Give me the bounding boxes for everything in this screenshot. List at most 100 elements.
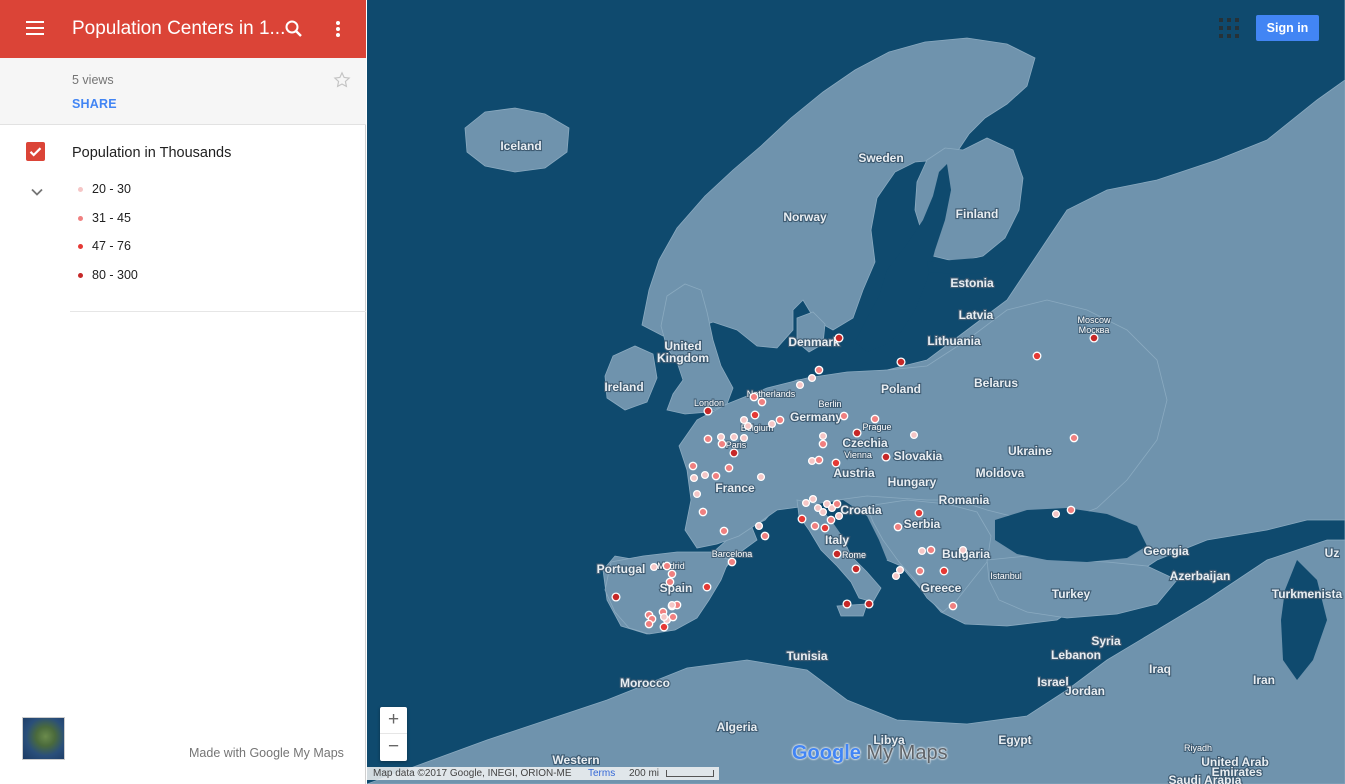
population-marker[interactable] — [750, 410, 760, 420]
population-marker[interactable] — [939, 566, 949, 576]
population-marker[interactable] — [832, 499, 842, 509]
population-marker[interactable] — [852, 428, 862, 438]
population-marker[interactable] — [1051, 509, 1061, 519]
population-marker[interactable] — [926, 545, 936, 555]
terms-link[interactable]: Terms — [588, 768, 615, 779]
population-marker[interactable] — [757, 397, 767, 407]
population-marker[interactable] — [688, 461, 698, 471]
population-marker[interactable] — [797, 514, 807, 524]
population-marker[interactable] — [814, 455, 824, 465]
population-marker[interactable] — [702, 582, 712, 592]
sign-in-button[interactable]: Sign in — [1256, 15, 1319, 41]
population-marker[interactable] — [808, 494, 818, 504]
population-marker[interactable] — [917, 546, 927, 556]
population-marker[interactable] — [711, 471, 721, 481]
population-marker[interactable] — [659, 612, 669, 622]
population-marker[interactable] — [831, 458, 841, 468]
map-canvas[interactable]: Iceland Sweden Finland Norway Estonia Latvia D… — [367, 0, 1345, 784]
population-marker[interactable] — [775, 415, 785, 425]
basemap-thumbnail[interactable] — [22, 717, 65, 760]
population-marker[interactable] — [914, 508, 924, 518]
population-marker[interactable] — [893, 522, 903, 532]
population-marker[interactable] — [881, 452, 891, 462]
population-marker[interactable] — [807, 456, 817, 466]
population-marker[interactable] — [870, 414, 880, 424]
map-title[interactable]: Population Centers in 1... — [72, 18, 285, 40]
population-marker[interactable] — [692, 489, 702, 499]
population-marker[interactable] — [667, 600, 677, 610]
population-marker[interactable] — [611, 592, 621, 602]
population-marker[interactable] — [689, 473, 699, 483]
population-marker[interactable] — [1032, 351, 1042, 361]
population-marker[interactable] — [818, 431, 828, 441]
population-marker[interactable] — [659, 622, 669, 632]
star-outline-icon[interactable] — [332, 70, 352, 90]
population-marker[interactable] — [1066, 505, 1076, 515]
more-vert-icon[interactable] — [326, 17, 350, 41]
share-button[interactable]: SHARE — [72, 97, 117, 111]
population-marker[interactable] — [832, 549, 842, 559]
population-marker[interactable] — [729, 432, 739, 442]
scale-label: 200 mi — [629, 768, 660, 779]
population-marker[interactable] — [795, 380, 805, 390]
population-marker[interactable] — [896, 357, 906, 367]
population-marker[interactable] — [729, 448, 739, 458]
population-marker[interactable] — [662, 561, 672, 571]
layer-checkbox[interactable] — [26, 142, 45, 161]
divider — [70, 311, 366, 312]
population-marker[interactable] — [807, 373, 817, 383]
population-marker[interactable] — [915, 566, 925, 576]
population-marker[interactable] — [1089, 333, 1099, 343]
made-with-link[interactable]: Made with Google My Maps — [189, 746, 344, 760]
population-marker[interactable] — [909, 430, 919, 440]
population-marker[interactable] — [644, 619, 654, 629]
population-marker[interactable] — [754, 521, 764, 531]
population-marker[interactable] — [864, 599, 874, 609]
population-marker[interactable] — [834, 511, 844, 521]
population-marker[interactable] — [665, 577, 675, 587]
population-marker[interactable] — [801, 498, 811, 508]
population-marker[interactable] — [749, 392, 759, 402]
population-marker[interactable] — [814, 365, 824, 375]
population-marker[interactable] — [820, 523, 830, 533]
population-marker[interactable] — [839, 411, 849, 421]
population-marker[interactable] — [958, 545, 968, 555]
population-marker[interactable] — [818, 439, 828, 449]
population-marker[interactable] — [818, 507, 828, 517]
population-marker[interactable] — [948, 601, 958, 611]
population-marker[interactable] — [700, 470, 710, 480]
population-marker[interactable] — [698, 507, 708, 517]
population-marker[interactable] — [760, 531, 770, 541]
population-marker[interactable] — [724, 463, 734, 473]
population-marker[interactable] — [739, 433, 749, 443]
population-marker[interactable] — [842, 599, 852, 609]
search-icon[interactable] — [282, 17, 306, 41]
population-marker[interactable] — [703, 406, 713, 416]
logo-mymaps: My Maps — [866, 742, 948, 764]
population-marker[interactable] — [1069, 433, 1079, 443]
population-marker[interactable] — [891, 571, 901, 581]
population-marker[interactable] — [668, 612, 678, 622]
hamburger-menu-icon[interactable] — [22, 17, 50, 41]
population-marker[interactable] — [826, 515, 836, 525]
layer-title[interactable]: Population in Thousands — [72, 145, 231, 161]
population-marker[interactable] — [667, 569, 677, 579]
population-marker[interactable] — [717, 439, 727, 449]
population-marker[interactable] — [703, 434, 713, 444]
zoom-in-button[interactable]: + — [380, 707, 407, 734]
population-marker[interactable] — [716, 432, 726, 442]
apps-grid-icon[interactable] — [1219, 18, 1239, 38]
chevron-down-icon[interactable] — [27, 182, 47, 202]
country-label: Kingdom — [657, 351, 709, 365]
population-marker[interactable] — [756, 472, 766, 482]
population-marker[interactable] — [743, 421, 753, 431]
legend-dot — [78, 216, 83, 221]
population-marker[interactable] — [810, 521, 820, 531]
population-marker[interactable] — [767, 419, 777, 429]
zoom-out-button[interactable]: − — [380, 734, 407, 761]
population-marker[interactable] — [727, 557, 737, 567]
population-marker[interactable] — [649, 562, 659, 572]
population-marker[interactable] — [834, 333, 844, 343]
population-marker[interactable] — [719, 526, 729, 536]
population-marker[interactable] — [851, 564, 861, 574]
